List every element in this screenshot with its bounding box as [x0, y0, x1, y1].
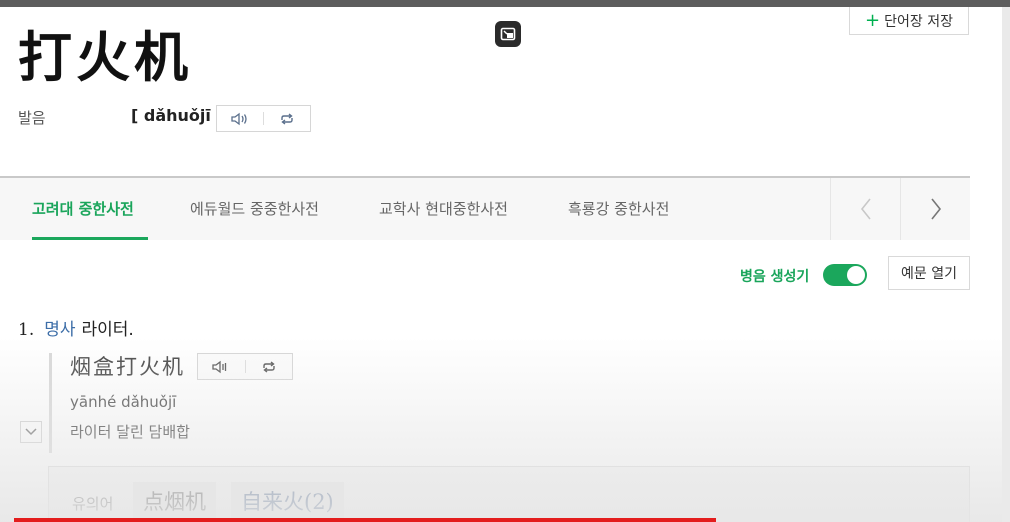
dictionary-entry-panel: 打火机 + 단어장 저장 발음 [ dǎhuǒjī ] 고려대 중한사전 에듀월…	[0, 7, 1002, 522]
example-meaning: 라이터 달린 담배합	[70, 423, 190, 441]
video-progress-bar[interactable]	[14, 518, 716, 522]
plus-icon: +	[865, 9, 881, 31]
tab-kyohaksa-dictionary[interactable]: 교학사 현대중한사전	[379, 178, 508, 240]
part-of-speech-link[interactable]: 명사	[44, 320, 75, 340]
repeat-icon	[281, 112, 293, 125]
example-hanzi: 烟盒打火机	[70, 355, 185, 379]
sense-meaning: 라이터.	[81, 320, 134, 340]
repeat-icon	[263, 360, 275, 373]
speaker-icon	[212, 360, 227, 373]
chevron-left-icon	[860, 198, 871, 220]
pronunciation-controls	[216, 105, 311, 132]
play-audio-button[interactable]	[217, 106, 263, 131]
pronunciation-pinyin: [ dǎhuǒjī ]	[131, 106, 224, 125]
speaker-icon	[231, 112, 247, 125]
chevron-down-icon	[25, 428, 37, 436]
dictionary-tabs: 고려대 중한사전 에듀월드 중중한사전 교학사 현대중한사전 흑룡강 중한사전	[0, 178, 970, 240]
save-to-wordbook-button[interactable]: + 단어장 저장	[849, 7, 969, 35]
pip-icon	[500, 27, 516, 41]
example-pinyin: yānhé dǎhuǒjī	[70, 393, 177, 411]
synonyms-label: 유의어	[72, 495, 114, 513]
right-edge	[1002, 7, 1010, 522]
expand-example-button[interactable]	[20, 421, 42, 443]
active-tab-indicator	[32, 237, 148, 240]
example-play-button[interactable]	[198, 354, 245, 379]
synonym-chip[interactable]: 自来火(2)	[231, 482, 344, 522]
pinyin-generator-label: 병음 생성기	[740, 269, 810, 285]
tab-korea-univ-dictionary[interactable]: 고려대 중한사전	[32, 178, 134, 240]
tabs-prev-button[interactable]	[830, 178, 900, 240]
pinyin-generator-toggle[interactable]	[823, 264, 867, 286]
picture-in-picture-button[interactable]	[495, 21, 521, 47]
synonym-chip[interactable]: 点烟机	[133, 482, 216, 522]
sense-1: 1. 명사 라이터.	[18, 315, 134, 340]
tab-heilongjiang-dictionary[interactable]: 흑룡강 중한사전	[568, 178, 669, 240]
example-audio-controls	[197, 353, 293, 380]
repeat-audio-button[interactable]	[264, 106, 310, 131]
save-button-label: 단어장 저장	[884, 13, 953, 30]
chevron-right-icon	[930, 198, 941, 220]
open-examples-button[interactable]: 예문 열기	[888, 256, 970, 290]
toggle-knob	[847, 266, 865, 284]
sense-number: 1.	[18, 320, 35, 340]
tabs-next-button[interactable]	[900, 178, 970, 240]
pronunciation-label: 발음	[18, 109, 46, 127]
tab-eduworld-dictionary[interactable]: 에듀월드 중중한사전	[190, 178, 319, 240]
top-border	[0, 0, 1010, 7]
example-repeat-button[interactable]	[246, 354, 293, 379]
example-indent-bar	[49, 353, 52, 453]
headword: 打火机	[18, 25, 192, 89]
